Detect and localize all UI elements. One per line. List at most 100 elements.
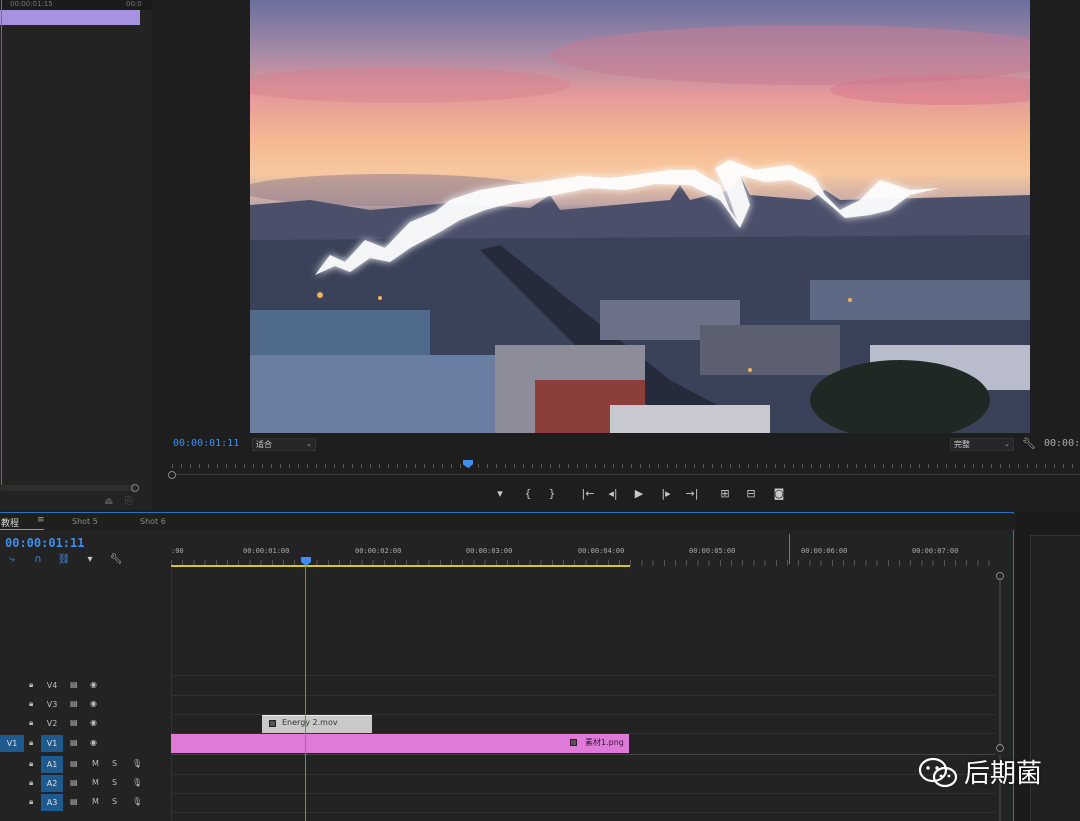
sync-lock-icon[interactable]: ▤ xyxy=(70,699,78,708)
source-playhead[interactable] xyxy=(1,0,2,485)
track-separator xyxy=(172,675,995,676)
solo-button[interactable]: S xyxy=(112,797,117,806)
extract-button[interactable]: ⊟ xyxy=(743,487,759,500)
lock-icon[interactable]: 🔒︎ xyxy=(29,680,33,690)
ruler-label: 00:00:06:00 xyxy=(801,547,848,555)
track-label-a2[interactable]: A2 xyxy=(41,775,63,792)
city-lightning-image xyxy=(250,25,1030,433)
lock-icon[interactable]: 🔒︎ xyxy=(29,778,33,788)
track-header-v2: 🔒︎ V2 ▤ ◉ xyxy=(0,714,171,733)
lock-icon[interactable]: 🔒︎ xyxy=(29,718,33,728)
add-marker-button[interactable]: ▾ xyxy=(492,487,508,500)
lock-icon[interactable]: 🔒︎ xyxy=(29,738,33,748)
mark-out-button[interactable]: } xyxy=(544,487,560,500)
track-label-a3[interactable]: A3 xyxy=(41,794,63,811)
tab-menu-icon[interactable]: ≡ xyxy=(37,515,45,525)
step-forward-button[interactable]: |▸ xyxy=(658,487,674,500)
program-timecode[interactable]: 00:00:01:11 xyxy=(173,438,239,449)
ruler-label: 00:00:02:00 xyxy=(355,547,402,555)
microphone-icon[interactable]: 🎙︎ xyxy=(132,797,142,806)
timeline-playhead-line[interactable] xyxy=(305,566,306,821)
snap-magnet-icon[interactable]: ∩ xyxy=(31,554,45,565)
sync-lock-icon[interactable]: ▤ xyxy=(70,778,78,787)
eye-icon[interactable]: ◉ xyxy=(90,738,97,747)
sync-lock-icon[interactable]: ▤ xyxy=(70,718,78,727)
source-ruler-label-right: 00:0 xyxy=(126,0,142,8)
mute-button[interactable]: M xyxy=(92,759,99,768)
overwrite-icon[interactable]: ⎘ xyxy=(125,496,133,507)
track-vertical-scrollbar[interactable] xyxy=(999,577,1001,747)
clip-name: Energy 2.mov xyxy=(282,718,338,727)
mark-in-button[interactable]: { xyxy=(520,487,536,500)
ruler-label: 00:00:07:00 xyxy=(912,547,959,555)
nest-toggle-icon[interactable]: ⤷ xyxy=(5,554,19,565)
sync-lock-icon[interactable]: ▤ xyxy=(70,738,78,747)
clip-energy-mov[interactable]: Energy 2.mov xyxy=(262,715,372,733)
linked-selection-icon[interactable]: ⛓︎ xyxy=(57,554,71,565)
source-clip-bar[interactable] xyxy=(0,10,140,25)
step-back-button[interactable]: ◂| xyxy=(605,487,621,500)
ruler-label: 00:00:05:00 xyxy=(689,547,736,555)
solo-button[interactable]: S xyxy=(112,778,117,787)
microphone-icon[interactable]: 🎙︎ xyxy=(132,759,142,768)
export-frame-button[interactable]: ◙ xyxy=(771,487,787,500)
track-label-v4[interactable]: V4 xyxy=(41,677,63,694)
track-label-v3[interactable]: V3 xyxy=(41,696,63,713)
mute-button[interactable]: M xyxy=(92,797,99,806)
tab-shot-5[interactable]: Shot 5 xyxy=(72,517,98,526)
clip-name: 素材1.png xyxy=(585,738,624,747)
tab-sequence-main[interactable]: 教程 xyxy=(1,516,19,529)
insert-icon[interactable]: ⏏ xyxy=(104,496,113,507)
track-label-v2[interactable]: V2 xyxy=(41,715,63,732)
clip-png[interactable]: 素材1.png xyxy=(171,734,629,753)
go-to-out-button[interactable]: →| xyxy=(684,487,700,500)
track-header-a3: 🔒︎ A3 ▤ M S 🎙︎ xyxy=(0,793,171,812)
lock-icon[interactable]: 🔒︎ xyxy=(29,797,33,807)
wrench-icon[interactable]: 🔧︎ xyxy=(1022,437,1036,450)
track-header-a1: 🔒︎ A1 ▤ M S 🎙︎ xyxy=(0,755,171,774)
ruler-label: 00:00:04:00 xyxy=(578,547,625,555)
program-zoom-scrollbar[interactable] xyxy=(176,474,1080,475)
add-marker-icon[interactable]: ▾ xyxy=(83,554,97,565)
timeline-settings-wrench-icon[interactable]: 🔧︎ xyxy=(109,554,123,565)
solo-button[interactable]: S xyxy=(112,759,117,768)
sync-lock-icon[interactable]: ▤ xyxy=(70,759,78,768)
scroll-handle-bottom[interactable] xyxy=(996,744,1004,752)
source-scroll-handle[interactable] xyxy=(131,484,139,492)
eye-icon[interactable]: ◉ xyxy=(90,699,97,708)
track-label-a1[interactable]: A1 xyxy=(41,756,63,773)
program-scroll-handle[interactable] xyxy=(168,471,176,479)
ruler-label: :00 xyxy=(171,547,184,555)
track-header-v1: 🔒︎ V1 ▤ ◉ xyxy=(0,734,171,753)
play-button[interactable]: ▶ xyxy=(631,487,647,500)
go-to-in-button[interactable]: |← xyxy=(580,487,596,500)
track-label-v1[interactable]: V1 xyxy=(41,735,63,752)
eye-icon[interactable]: ◉ xyxy=(90,718,97,727)
microphone-icon[interactable]: 🎙︎ xyxy=(132,778,142,787)
active-tab-indicator xyxy=(0,529,44,530)
source-scrollbar[interactable] xyxy=(0,485,136,491)
lock-icon[interactable]: 🔒︎ xyxy=(29,699,33,709)
playback-quality-select[interactable]: 完整 ⌄ xyxy=(950,438,1014,451)
zoom-fit-select[interactable]: 适合 ⌄ xyxy=(252,438,316,451)
chevron-down-icon: ⌄ xyxy=(1004,440,1010,448)
ruler-label: 00:00:03:00 xyxy=(466,547,513,555)
wechat-icon xyxy=(918,757,958,788)
mute-button[interactable]: M xyxy=(92,778,99,787)
fx-badge-icon xyxy=(269,720,276,727)
track-area[interactable] xyxy=(171,568,995,821)
timeline-marker-line xyxy=(789,534,790,564)
scroll-handle-top[interactable] xyxy=(996,572,1004,580)
timeline-timecode[interactable]: 00:00:01:11 xyxy=(5,536,84,550)
track-header-a2: 🔒︎ A2 ▤ M S 🎙︎ xyxy=(0,774,171,793)
program-time-ruler[interactable] xyxy=(172,458,1080,468)
sync-lock-icon[interactable]: ▤ xyxy=(70,797,78,806)
lift-button[interactable]: ⊞ xyxy=(717,487,733,500)
source-ruler[interactable]: 00:00:01:15 00:0 xyxy=(0,0,152,10)
program-video-frame xyxy=(250,0,1030,433)
tab-shot-6[interactable]: Shot 6 xyxy=(140,517,166,526)
sync-lock-icon[interactable]: ▤ xyxy=(70,680,78,689)
eye-icon[interactable]: ◉ xyxy=(90,680,97,689)
work-area-bar[interactable] xyxy=(171,565,630,567)
lock-icon[interactable]: 🔒︎ xyxy=(29,759,33,769)
